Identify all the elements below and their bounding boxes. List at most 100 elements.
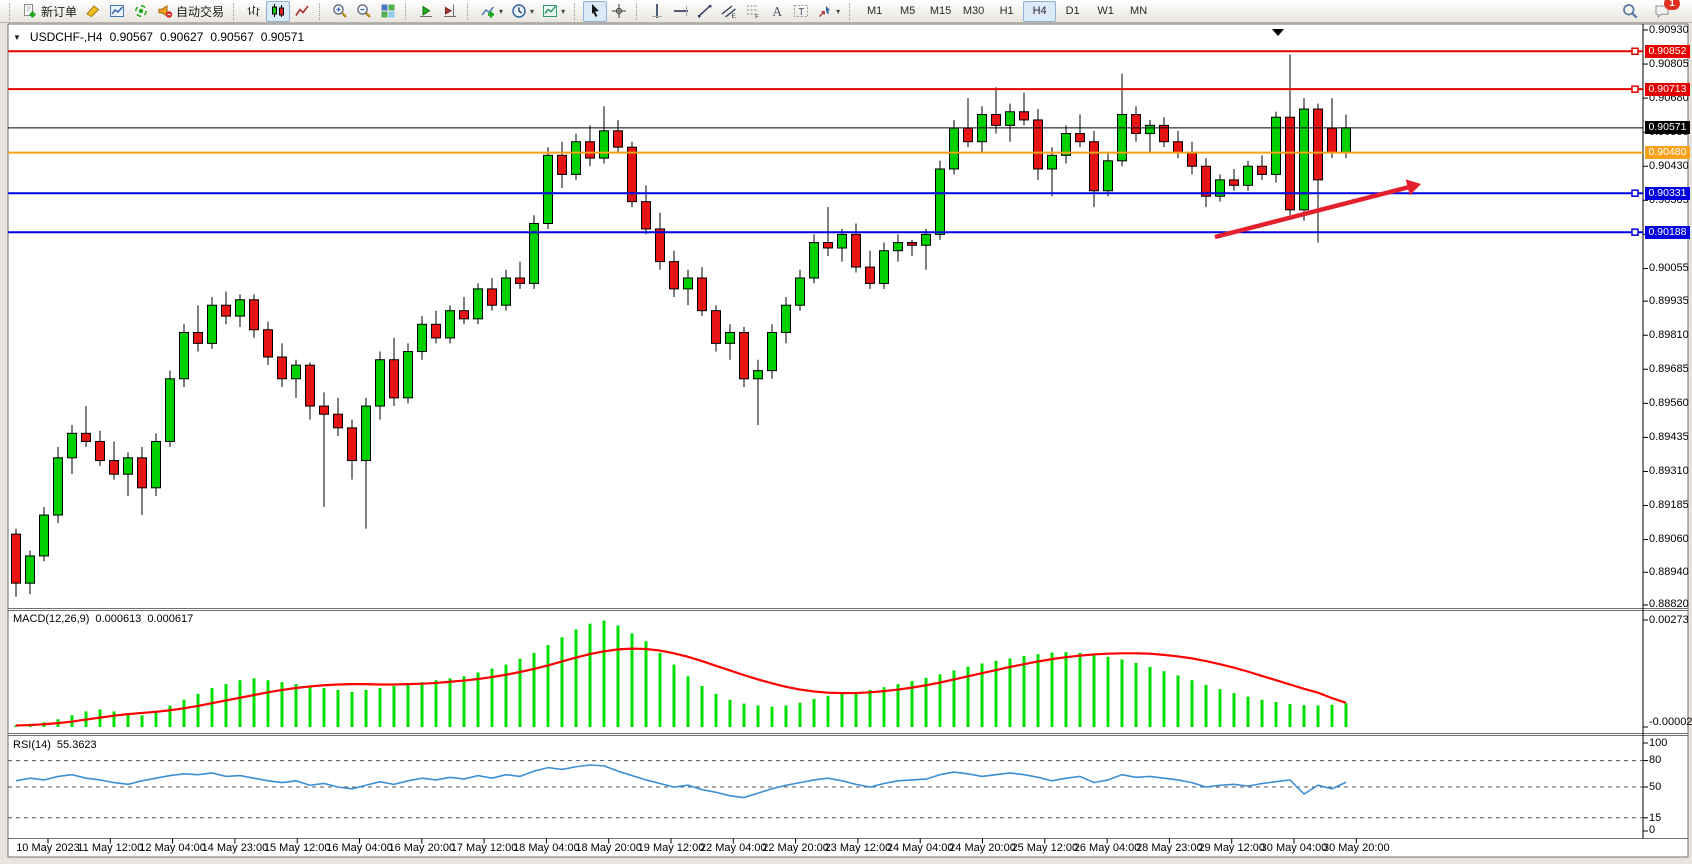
price-axis-tick-label: 0.89935 xyxy=(1649,295,1689,307)
dropdown-caret-icon: ▾ xyxy=(836,7,840,16)
level-handle[interactable] xyxy=(1632,48,1638,54)
price-axis-tick-label: 0.89685 xyxy=(1649,363,1689,375)
level-handle[interactable] xyxy=(1632,86,1638,92)
chart-canvas[interactable] xyxy=(0,0,1692,864)
price-level-label-resistance-2: 0.90713 xyxy=(1645,83,1690,96)
periods-button[interactable]: ▾ xyxy=(507,1,538,22)
timeframe-w1-button[interactable]: W1 xyxy=(1089,1,1122,22)
price-axis-tick-label: 0.90055 xyxy=(1649,262,1689,274)
level-handle[interactable] xyxy=(1632,229,1638,235)
crosshair-button[interactable] xyxy=(607,1,631,22)
timeframe-m1-button[interactable]: M1 xyxy=(858,1,891,22)
zoom-out-icon xyxy=(356,3,372,19)
timeframe-h4-button[interactable]: H4 xyxy=(1023,1,1056,22)
macd-axis-max-label: 0.00273 xyxy=(1649,614,1689,626)
signals-button[interactable] xyxy=(129,1,153,22)
price-axis-tick-label: 0.90430 xyxy=(1649,160,1689,172)
price-axis-tick-label: 0.89185 xyxy=(1649,499,1689,511)
price-level-label-bid-price: 0.90571 xyxy=(1645,121,1690,134)
channel-icon: E xyxy=(721,3,737,19)
tile-windows-button[interactable] xyxy=(376,1,400,22)
cursor-button[interactable] xyxy=(583,1,607,22)
auto-scroll-button[interactable] xyxy=(414,1,438,22)
brush-icon xyxy=(85,3,101,19)
chart-shift-button[interactable] xyxy=(438,1,462,22)
fibo-icon: F xyxy=(745,3,761,19)
main-toolbar: 新订单 自动交易 ▾ ▾ ▾ E FAT ▾ M1M5M15M30H1H4D1W1MN 1 xyxy=(0,0,1692,23)
new-order-button-label: 新订单 xyxy=(41,3,77,20)
arrows-icon xyxy=(817,3,833,19)
new-order-button[interactable]: 新订单 xyxy=(18,1,81,22)
trendline-icon xyxy=(697,3,713,19)
toolbar-separator xyxy=(9,3,14,20)
zoom-out-button[interactable] xyxy=(352,1,376,22)
indicators-button[interactable]: ▾ xyxy=(476,1,507,22)
chartshift-icon xyxy=(442,3,458,19)
templates-button[interactable]: ▾ xyxy=(538,1,569,22)
search-button[interactable] xyxy=(1618,1,1642,22)
price-axis-tick-label: 0.89310 xyxy=(1649,465,1689,477)
arrows-button[interactable]: ▾ xyxy=(813,1,844,22)
linechart-icon xyxy=(294,3,310,19)
price-axis-tick-label: 0.90805 xyxy=(1649,58,1689,70)
notifications-button[interactable]: 1 xyxy=(1650,1,1674,22)
price-level-label-pivot: 0.90480 xyxy=(1645,146,1690,159)
rsi-header: RSI(14) 55.3623 xyxy=(13,739,97,751)
bar-chart-button[interactable] xyxy=(242,1,266,22)
toolbar-separator xyxy=(233,3,238,20)
price-axis-tick-label: 0.90930 xyxy=(1649,24,1689,36)
time-axis-label: 30 May 20:00 xyxy=(1308,842,1404,854)
text-t-icon: T xyxy=(793,3,809,19)
price-level-label-resistance-1: 0.90852 xyxy=(1645,45,1690,58)
channel-button[interactable]: E xyxy=(717,1,741,22)
trendline-button[interactable] xyxy=(693,1,717,22)
chart-menu-caret-icon[interactable]: ▼ xyxy=(13,33,21,42)
ohlc-open: 0.90567 xyxy=(110,30,153,44)
rsi-label: RSI(14) xyxy=(13,739,51,751)
toolbar-separator xyxy=(574,3,579,20)
price-axis-tick-label: 0.89810 xyxy=(1649,329,1689,341)
rsi-axis-label: 15 xyxy=(1649,812,1661,824)
rsi-axis-label: 50 xyxy=(1649,781,1661,793)
chart-blue-icon xyxy=(109,3,125,19)
timeframe-m30-button[interactable]: M30 xyxy=(957,1,990,22)
tiles-icon xyxy=(380,3,396,19)
megaphone-icon xyxy=(157,3,173,19)
template-icon xyxy=(542,3,558,19)
auto-trading-button[interactable]: 自动交易 xyxy=(153,1,228,22)
horizontal-line-button[interactable] xyxy=(669,1,693,22)
zoom-in-icon xyxy=(332,3,348,19)
styler-button[interactable] xyxy=(81,1,105,22)
text-button[interactable]: A xyxy=(765,1,789,22)
rsi-value: 55.3623 xyxy=(57,739,97,751)
candle-chart-button[interactable] xyxy=(266,1,290,22)
hline-icon xyxy=(673,3,689,19)
cursor-icon xyxy=(587,3,603,19)
timeframe-d1-button[interactable]: D1 xyxy=(1056,1,1089,22)
market-watch-button[interactable] xyxy=(105,1,129,22)
timeframe-h1-button[interactable]: H1 xyxy=(990,1,1023,22)
ohlc-high: 0.90627 xyxy=(160,30,203,44)
autoscroll-icon xyxy=(418,3,434,19)
rsi-axis-label: 100 xyxy=(1649,737,1667,749)
dropdown-caret-icon: ▾ xyxy=(499,7,503,16)
timeframe-mn-button[interactable]: MN xyxy=(1122,1,1155,22)
label-button[interactable]: T xyxy=(789,1,813,22)
indicators-icon xyxy=(480,3,496,19)
svg-text:E: E xyxy=(732,13,737,19)
timeframe-m5-button[interactable]: M5 xyxy=(891,1,924,22)
vertical-line-button[interactable] xyxy=(645,1,669,22)
zoom-in-button[interactable] xyxy=(328,1,352,22)
svg-text:F: F xyxy=(755,14,759,20)
dropdown-caret-icon: ▾ xyxy=(530,7,534,16)
toolbar-separator xyxy=(467,3,472,20)
ohlc-low: 0.90567 xyxy=(210,30,253,44)
clock-icon xyxy=(511,3,527,19)
toolbar-separator xyxy=(849,3,854,20)
chart-window-frame xyxy=(8,24,1688,857)
timeframe-m15-button[interactable]: M15 xyxy=(924,1,957,22)
fibonacci-button[interactable]: F xyxy=(741,1,765,22)
price-axis-tick-label: 0.88820 xyxy=(1649,598,1689,610)
level-handle[interactable] xyxy=(1632,190,1638,196)
line-chart-button[interactable] xyxy=(290,1,314,22)
